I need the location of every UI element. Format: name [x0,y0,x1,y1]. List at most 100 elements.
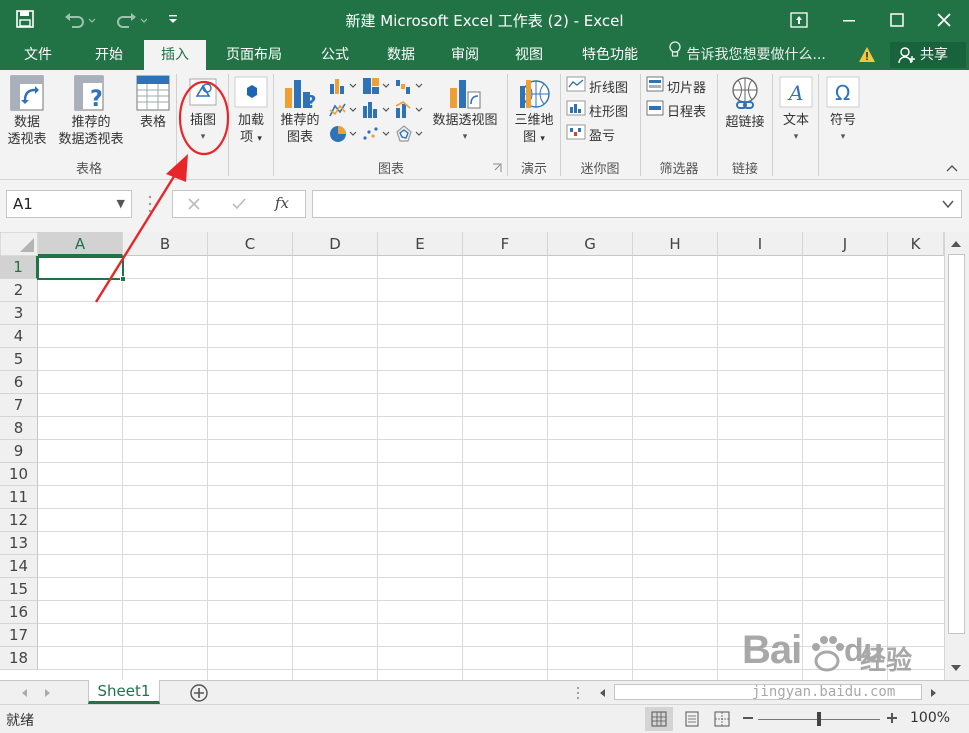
vertical-scroll-thumb[interactable] [948,254,965,634]
vertical-scrollbar[interactable] [944,232,969,680]
tab-formulas[interactable]: 公式 [306,40,364,70]
slicer-button[interactable]: 切片器 [646,76,706,96]
tab-review[interactable]: 审阅 [436,40,494,70]
column-header-i[interactable]: I [718,232,803,256]
tab-data[interactable]: 数据 [372,40,430,70]
normal-view-icon [651,711,667,727]
zoom-slider[interactable] [758,712,880,726]
3d-map-button[interactable]: 三维地 图 ▾ [510,76,558,148]
separator [507,74,508,176]
row-header-2[interactable]: 2 [0,279,38,302]
window-title: 新建 Microsoft Excel 工作表 (2) - Excel [345,12,624,30]
share-button[interactable]: 共享 [890,42,966,68]
page-layout-view-icon[interactable] [684,711,700,731]
maximize-icon[interactable] [874,0,920,40]
recommended-charts-button[interactable]: ? 推荐的 图表 [276,76,324,146]
radar-chart-icon[interactable] [394,124,424,148]
hyperlink-button[interactable]: 超链接 [720,76,770,131]
insert-function-button[interactable]: fx [275,194,289,212]
sheet-next-icon[interactable] [44,687,52,702]
sparkline-winloss-button[interactable]: 盈亏 [566,124,615,144]
row-header-3[interactable]: 3 [0,302,38,325]
row-header-1[interactable]: 1 [0,256,38,279]
sheet-prev-icon[interactable] [20,687,28,702]
table-button[interactable]: 表格 [132,74,174,131]
zoom-in-icon[interactable] [886,712,898,728]
ribbon-display-options-icon[interactable] [776,0,822,40]
sparkline-column-button[interactable]: 柱形图 [566,100,628,120]
timeline-button[interactable]: 日程表 [646,100,706,120]
tab-file[interactable]: 文件 [10,40,66,70]
combo-chart-icon[interactable] [394,100,424,124]
zoom-slider-thumb[interactable] [817,712,821,726]
addins-button[interactable]: 加载 项 ▾ [232,76,270,148]
tab-split-grip-icon[interactable] [576,685,580,705]
row-header-4[interactable]: 4 [0,325,38,348]
row-header-18[interactable]: 18 [0,647,38,670]
row-header-15[interactable]: 15 [0,578,38,601]
waterfall-chart-icon[interactable] [394,76,424,100]
zoom-out-icon[interactable] [742,712,754,728]
status-ready: 就绪 [6,713,34,729]
pivot-table-button[interactable]: 数据 透视表 [4,74,50,148]
row-header-16[interactable]: 16 [0,601,38,624]
row-header-5[interactable]: 5 [0,348,38,371]
column-header-h[interactable]: H [633,232,718,256]
watermark-cn: 经验 [860,646,913,676]
tab-home[interactable]: 开始 [80,40,138,70]
sparkline-winloss-label: 盈亏 [589,128,616,144]
pivot-chart-button[interactable]: 数据透视图 ▾ [426,76,504,146]
tab-view[interactable]: 视图 [500,40,558,70]
text-label: 文本 [782,113,809,128]
warning-icon[interactable] [858,46,876,68]
row-header-9[interactable]: 9 [0,440,38,463]
expand-formula-icon[interactable] [941,198,955,213]
tab-insert[interactable]: 插入 [144,40,206,70]
row-header-8[interactable]: 8 [0,417,38,440]
page-break-view-icon[interactable] [714,711,730,731]
row-header-13[interactable]: 13 [0,532,38,555]
tab-special-features[interactable]: 特色功能 [570,40,650,70]
tell-me-text: 告诉我您想要做什么... [686,47,826,63]
column-chart-icon[interactable] [328,76,358,100]
tab-page-layout[interactable]: 页面布局 [214,40,294,70]
scroll-up-icon[interactable] [950,238,962,253]
enter-check-icon[interactable] [231,197,247,215]
row-header-12[interactable]: 12 [0,509,38,532]
column-header-k[interactable]: K [888,232,944,256]
column-header-g[interactable]: G [548,232,633,256]
statistic-chart-icon[interactable] [361,100,391,124]
scroll-left-icon[interactable] [598,687,606,702]
pie-chart-icon[interactable] [328,124,358,148]
column-header-j[interactable]: J [803,232,888,256]
column-header-c[interactable]: C [208,232,293,256]
recommended-pivot-button[interactable]: ? 推荐的 数据透视表 [52,74,130,148]
scatter-chart-icon[interactable] [361,124,391,148]
scroll-right-icon[interactable] [930,687,938,702]
tell-me-box[interactable]: 告诉我您想要做什么... [668,40,826,70]
row-header-6[interactable]: 6 [0,371,38,394]
column-header-f[interactable]: F [463,232,548,256]
collapse-ribbon-icon[interactable] [946,162,958,177]
close-icon[interactable] [921,0,967,40]
zoom-level[interactable]: 100% [910,710,950,726]
sparkline-line-button[interactable]: 折线图 [566,76,628,96]
normal-view-button[interactable] [645,707,673,731]
minimize-icon[interactable] [826,0,872,40]
symbol-button[interactable]: Ω 符号 ▾ [822,76,864,146]
sheet-tab-sheet1[interactable]: Sheet1 [88,680,160,704]
line-chart-icon[interactable] [328,100,358,124]
row-header-11[interactable]: 11 [0,486,38,509]
scroll-down-icon[interactable] [950,662,962,677]
column-header-d[interactable]: D [293,232,378,256]
row-header-17[interactable]: 17 [0,624,38,647]
row-header-14[interactable]: 14 [0,555,38,578]
formula-input[interactable] [312,190,962,218]
column-header-e[interactable]: E [378,232,463,256]
hierarchy-chart-icon[interactable] [361,76,391,100]
row-header-10[interactable]: 10 [0,463,38,486]
text-button[interactable]: A 文本 ▾ [776,76,816,146]
timeline-icon [646,100,664,120]
select-all-corner[interactable] [0,232,38,256]
row-header-7[interactable]: 7 [0,394,38,417]
